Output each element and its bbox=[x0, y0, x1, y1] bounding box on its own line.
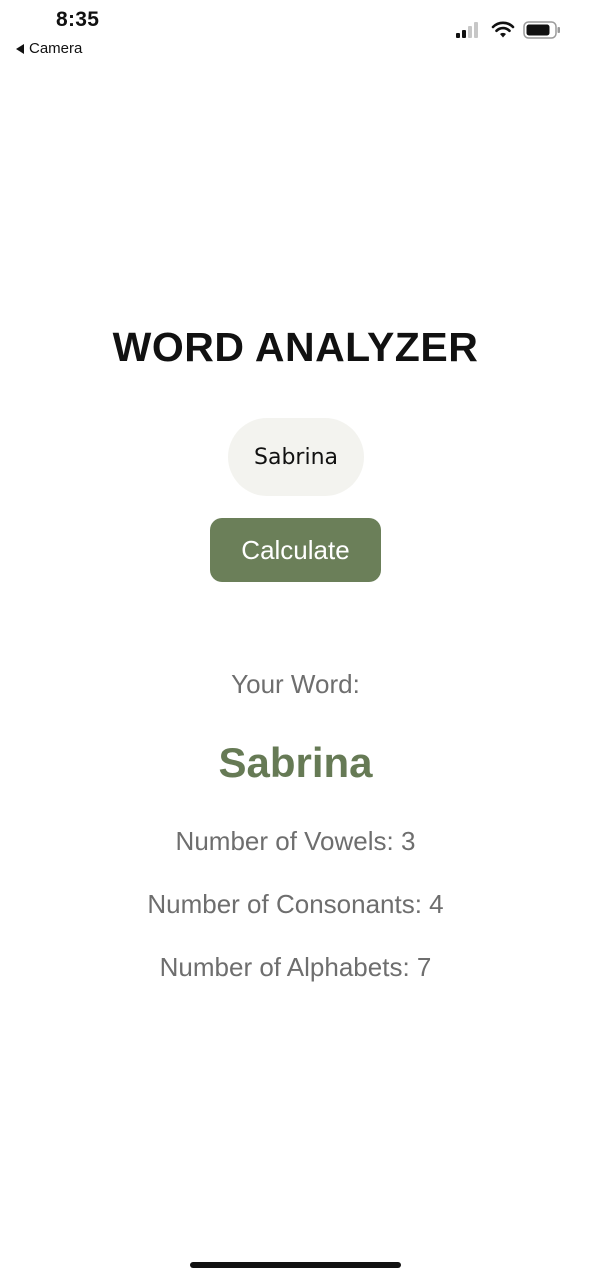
word-input[interactable] bbox=[228, 418, 364, 496]
vowel-count-text: Number of Vowels: 3 bbox=[175, 826, 416, 856]
page-title: WORD ANALYZER bbox=[112, 324, 479, 370]
alphabet-count-text: Number of Alphabets: 7 bbox=[159, 952, 432, 982]
calculate-button[interactable]: Calculate bbox=[210, 518, 381, 582]
result-word: Sabrina bbox=[218, 739, 373, 786]
back-to-camera-link[interactable]: Camera bbox=[16, 40, 82, 57]
consonant-count-text: Number of Consonants: 4 bbox=[147, 889, 444, 919]
battery-icon bbox=[523, 21, 560, 39]
status-time: 8:35 bbox=[56, 8, 100, 31]
back-label: Camera bbox=[29, 40, 83, 57]
result-label: Your Word: bbox=[231, 669, 360, 699]
wifi-icon bbox=[491, 21, 515, 38]
home-indicator[interactable] bbox=[190, 1262, 401, 1268]
status-indicators bbox=[455, 21, 561, 39]
back-arrow-icon bbox=[16, 43, 24, 54]
signal-icon bbox=[456, 22, 478, 38]
